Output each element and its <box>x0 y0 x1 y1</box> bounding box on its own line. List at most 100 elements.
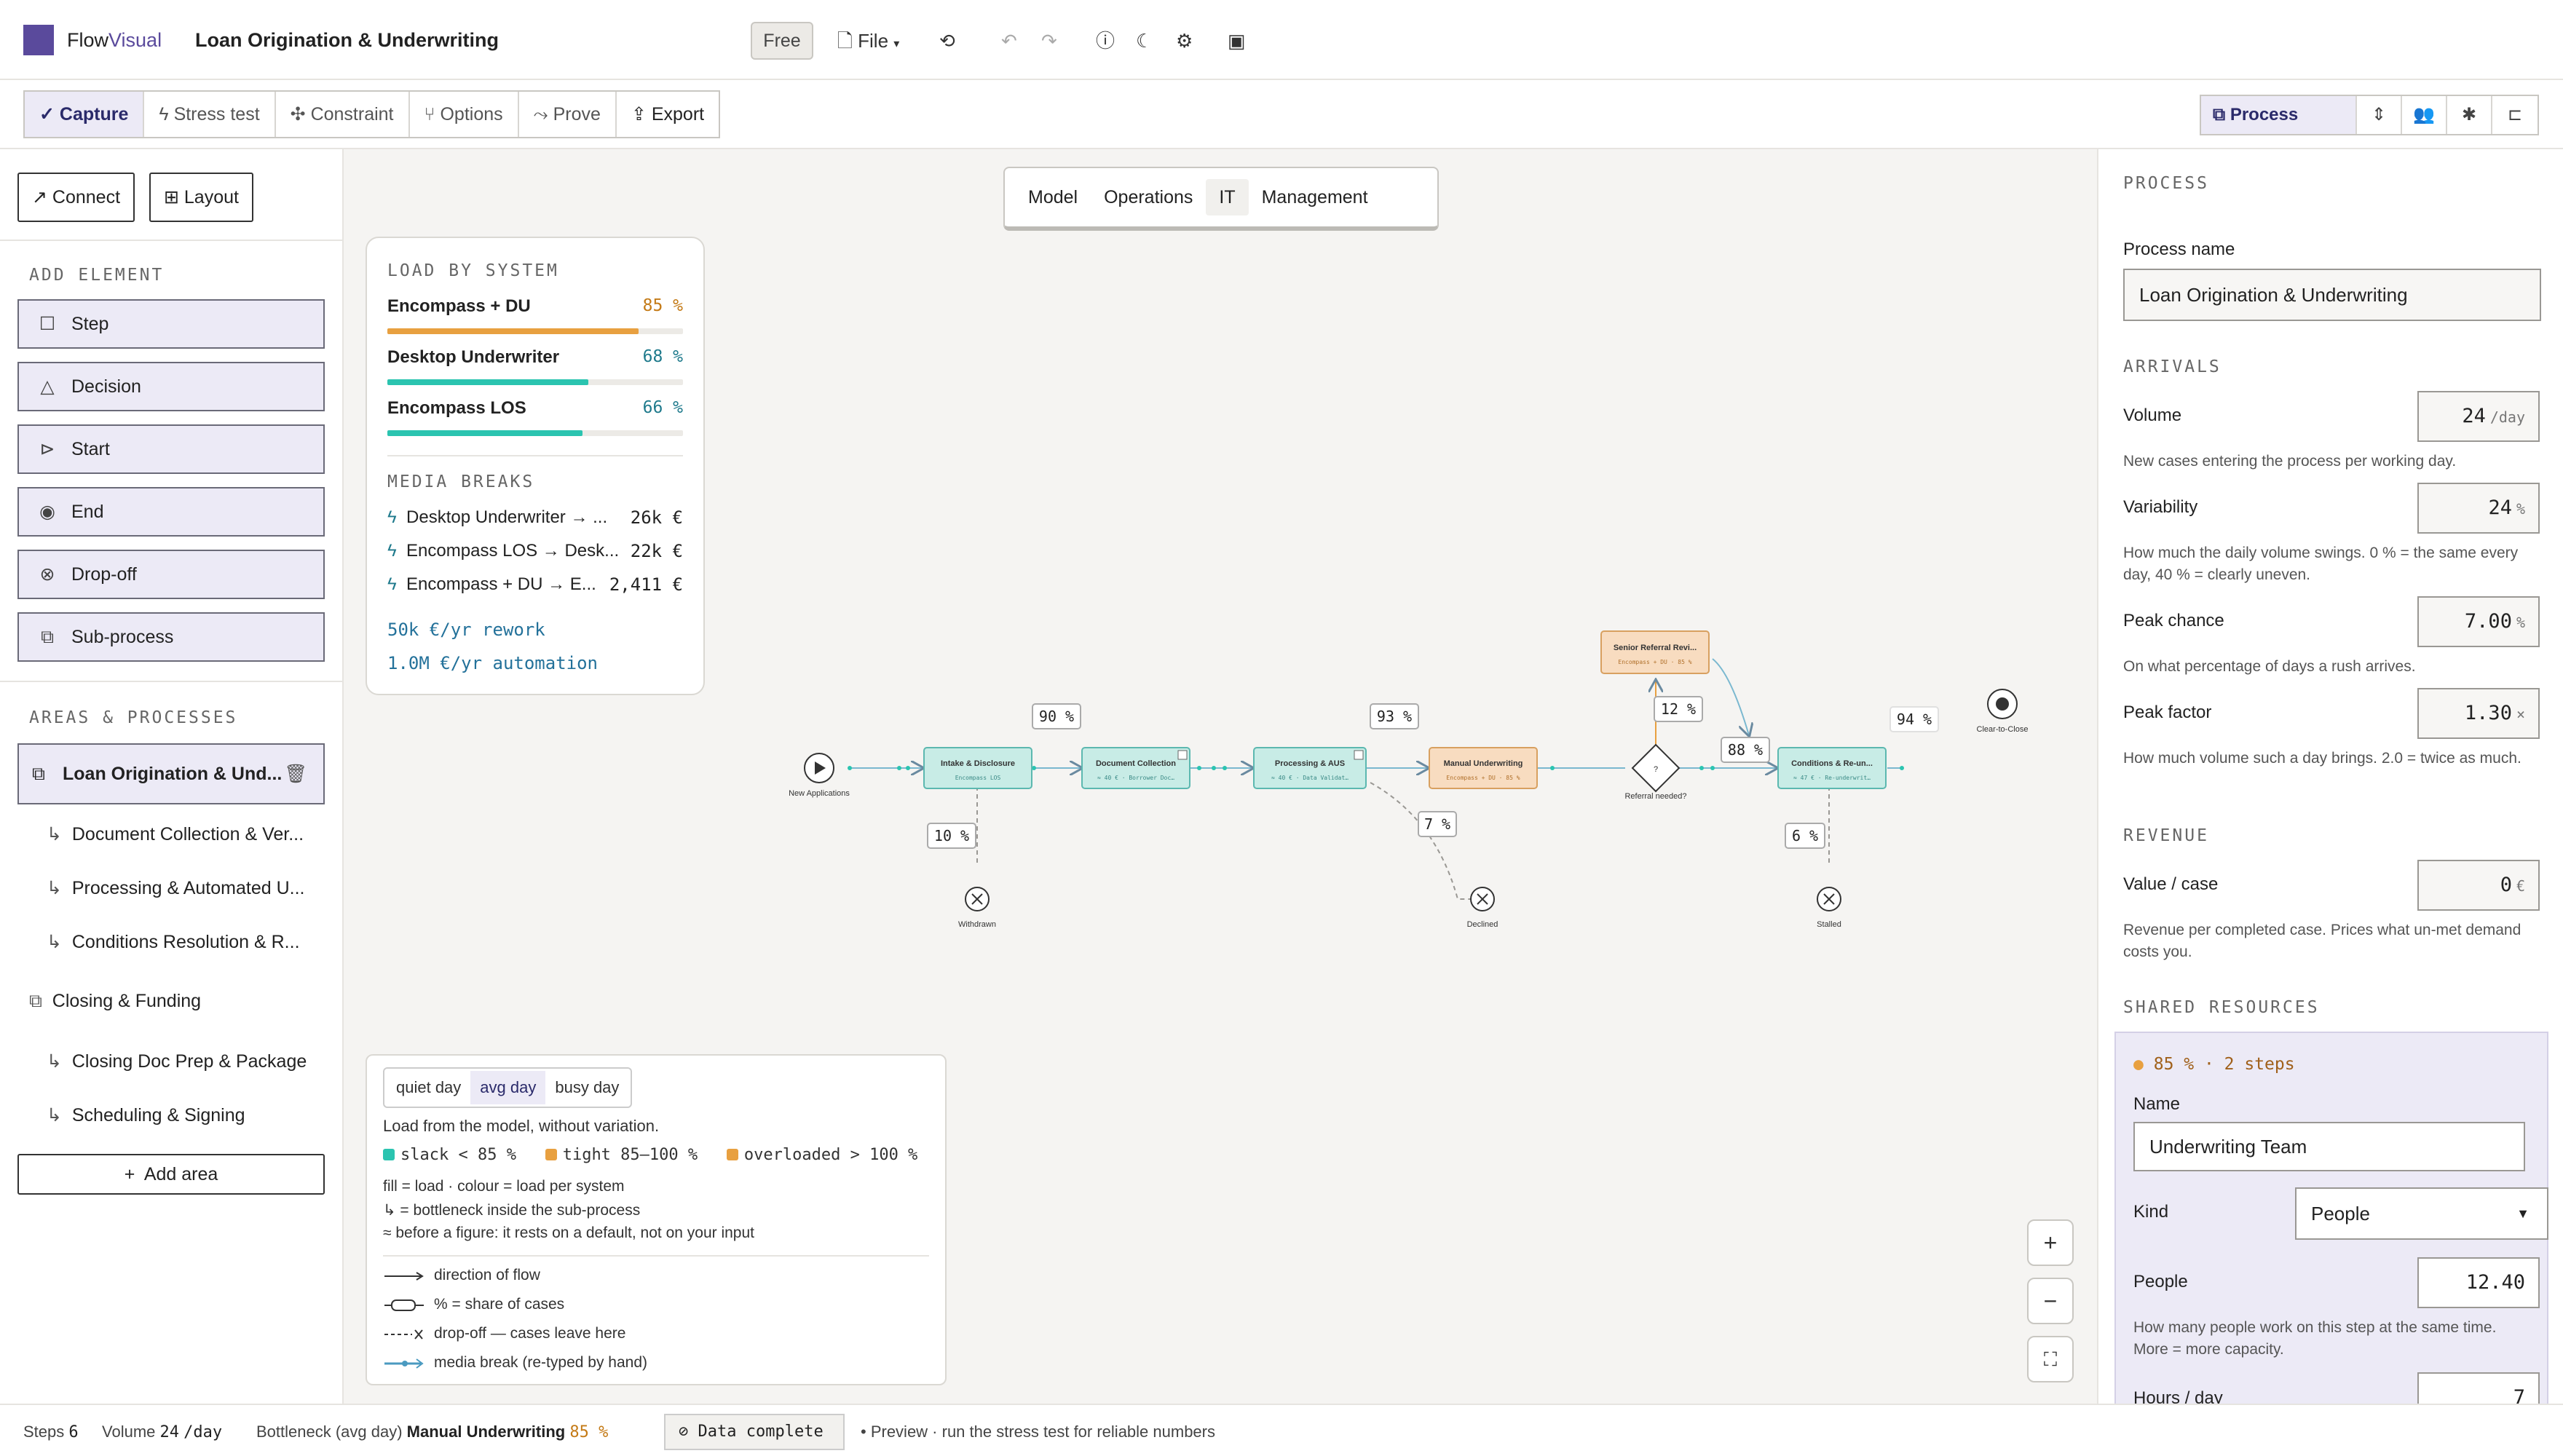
share-icon <box>384 1299 424 1311</box>
network-icon[interactable]: ✱ <box>2447 96 2492 134</box>
step-name: Document Collection <box>1096 759 1176 768</box>
resource-hours-input[interactable]: 7 <box>2417 1372 2540 1404</box>
fit-view-button[interactable]: ⛶ <box>2027 1336 2074 1382</box>
volume-input[interactable]: 24/day <box>2417 391 2540 442</box>
file-menu[interactable]: 🗋 File ▾ <box>837 22 899 60</box>
resource-name-label: Name <box>2133 1094 2181 1114</box>
resource-people-input[interactable]: 12.40 <box>2417 1257 2540 1308</box>
process-diagram[interactable]: New Applications Intake & Disclosure Enc… <box>344 149 2097 1168</box>
end-node[interactable]: Clear-to-Close <box>1977 689 2029 734</box>
mode-quiet-day[interactable]: quiet day <box>387 1071 470 1104</box>
present-icon[interactable]: ▣ <box>1228 22 1246 60</box>
connect-button[interactable]: ↗ Connect <box>17 173 135 222</box>
add-end[interactable]: ◉ End <box>17 487 325 537</box>
divider <box>383 1255 929 1257</box>
peak-factor-input[interactable]: 1.30 × <box>2417 688 2540 739</box>
subprocess-document-collection[interactable]: ↳ Document Collection & Ver... <box>47 823 304 845</box>
add-sub-process[interactable]: ⧉ Sub-process <box>17 612 325 662</box>
peak-chance-help: On what percentage of days a rush arrive… <box>2123 658 2416 675</box>
hierarchy-icon[interactable]: ⊏ <box>2492 96 2538 134</box>
variability-help: How much the daily volume swings. 0 % = … <box>2123 545 2519 583</box>
mode-toolbar: ✓ Capture ϟ Stress test ✣ Constraint ⑂ O… <box>0 80 2563 149</box>
mode-constraint[interactable]: ✣ Constraint <box>276 92 410 137</box>
trash-icon[interactable]: 🗑 <box>284 745 307 803</box>
start-node[interactable]: New Applications <box>789 753 850 798</box>
variability-input[interactable]: 24% <box>2417 483 2540 534</box>
add-drop-off-label: Drop-off <box>71 564 137 585</box>
step-document-collection[interactable]: Document Collection ≈ 40 € · Borrower Do… <box>1081 747 1190 789</box>
data-complete-badge[interactable]: ⊘ Data complete <box>664 1414 845 1450</box>
status-volume-value: 24 <box>159 1423 180 1441</box>
status-bottleneck: Bottleneck (avg day) Manual Underwriting… <box>256 1423 608 1441</box>
dropoff-stalled[interactable]: Stalled <box>1817 887 1841 929</box>
add-decision[interactable]: △ Decision <box>17 362 325 411</box>
subprocess-closing-doc-prep[interactable]: ↳ Closing Doc Prep & Package <box>47 1051 307 1072</box>
mode-options[interactable]: ⑂ Options <box>410 92 519 137</box>
subprocess-conditions[interactable]: ↳ Conditions Resolution & R... <box>47 931 300 953</box>
add-start[interactable]: ⊳ Start <box>17 424 325 474</box>
process-name-label: Process name <box>2123 240 2235 259</box>
step-intake[interactable]: Intake & Disclosure Encompass LOS <box>923 747 1032 789</box>
undo-icon[interactable]: ↶ <box>1001 22 1017 60</box>
add-drop-off[interactable]: ⊗ Drop-off <box>17 550 325 599</box>
load-scale: slack < 85 % tight 85–100 % overloaded >… <box>383 1146 917 1164</box>
peak-chance-input[interactable]: 7.00% <box>2417 596 2540 647</box>
step-box <box>1429 747 1538 789</box>
updown-icon[interactable]: ⇕ <box>2357 96 2402 134</box>
process-name-input[interactable] <box>2123 269 2541 321</box>
resource-kind-label: Kind <box>2133 1202 2169 1222</box>
step-name: Processing & AUS <box>1275 759 1345 768</box>
step-senior-referral[interactable]: Senior Referral Revi... Encompass + DU ·… <box>1600 630 1710 674</box>
mode-export[interactable]: ⇪ Export <box>617 92 719 137</box>
people-icon[interactable]: 👥 <box>2402 96 2447 134</box>
peak-factor-value: 1.30 <box>2464 702 2512 724</box>
step-processing-aus[interactable]: Processing & AUS ≈ 40 € · Data Validat… <box>1253 747 1367 789</box>
dark-mode-icon[interactable]: ☾ <box>1136 22 1153 60</box>
add-sub-process-label: Sub-process <box>71 627 174 647</box>
mode-stress-test-label: Stress test <box>173 104 260 124</box>
media-break-icon <box>384 1358 424 1369</box>
resource-kind-value: People <box>2311 1203 2370 1224</box>
volume-label: Volume <box>2123 405 2182 425</box>
resource-name-input[interactable] <box>2133 1122 2525 1171</box>
step-conditions[interactable]: Conditions & Re-un... ≈ 47 € · Re-underw… <box>1777 747 1887 789</box>
view-process[interactable]: ⧉ Process <box>2201 96 2357 134</box>
plan-badge[interactable]: Free <box>751 22 813 60</box>
dropoff-withdrawn[interactable]: Withdrawn <box>958 887 996 929</box>
mode-avg-day[interactable]: avg day <box>470 1071 546 1104</box>
decision-referral[interactable]: ? Referral needed? <box>1624 743 1687 801</box>
history-icon[interactable]: ⟲ <box>939 22 955 60</box>
mode-stress-test[interactable]: ϟ Stress test <box>144 92 276 137</box>
area-closing-funding[interactable]: ⧉ Closing & Funding <box>29 991 201 1012</box>
add-step[interactable]: ☐ Step <box>17 299 325 349</box>
layout-button[interactable]: ⊞ Layout <box>149 173 253 222</box>
value-per-case-input[interactable]: 0 € <box>2417 860 2540 911</box>
mode-busy-day[interactable]: busy day <box>545 1071 628 1104</box>
mode-capture[interactable]: ✓ Capture <box>25 92 145 137</box>
settings-icon[interactable]: ⚙ <box>1176 22 1193 60</box>
zoom-in-button[interactable]: + <box>2027 1219 2074 1266</box>
resource-summary: ● 85 % · 2 steps <box>2133 1055 2295 1074</box>
add-area-button[interactable]: + Add area <box>17 1154 325 1195</box>
subprocess-scheduling[interactable]: ↳ Scheduling & Signing <box>47 1104 245 1126</box>
triangle-icon: △ <box>40 376 55 397</box>
legend-media: media break (re-typed by hand) <box>383 1354 647 1372</box>
dropoff-declined[interactable]: Declined <box>1467 887 1498 929</box>
process-canvas[interactable]: Model Operations IT Management LOAD BY S… <box>344 149 2097 1404</box>
resource-people-value: 12.40 <box>2465 1271 2525 1294</box>
resource-kind-select[interactable]: People ▼ <box>2295 1187 2548 1240</box>
redo-icon[interactable]: ↷ <box>1041 22 1057 60</box>
chevron-down-icon: ▾ <box>893 38 900 50</box>
share-label: 10 % <box>927 823 976 849</box>
area-loan-origination[interactable]: ⧉ Loan Origination & Und... 🗑 <box>17 743 325 804</box>
share-value: 88 % <box>1728 741 1763 759</box>
x-circle-icon: ⊗ <box>39 564 55 585</box>
zoom-out-button[interactable]: − <box>2027 1278 2074 1324</box>
subprocess-processing[interactable]: ↳ Processing & Automated U... <box>47 877 304 899</box>
revenue-caption: REVENUE <box>2123 826 2209 845</box>
help-icon[interactable]: ⓘ <box>1096 22 1115 60</box>
slack-swatch <box>383 1149 395 1160</box>
step-manual-underwriting[interactable]: Manual Underwriting Encompass + DU · 85 … <box>1429 747 1538 789</box>
mode-prove[interactable]: ⤳ Prove <box>519 92 617 137</box>
bottleneck-arrow-icon: ↳ <box>47 824 62 844</box>
